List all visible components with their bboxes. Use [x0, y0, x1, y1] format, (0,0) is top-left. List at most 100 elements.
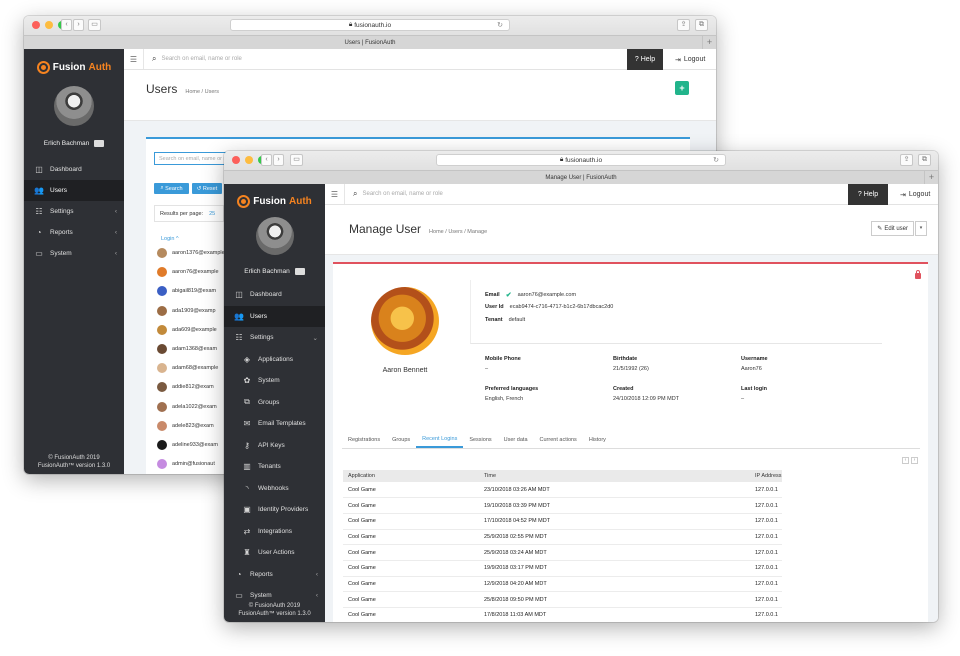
breadcrumb-users[interactable]: Users: [205, 89, 219, 95]
close-window-button[interactable]: [232, 156, 240, 164]
breadcrumb-users[interactable]: Users: [448, 229, 462, 235]
column-header-time[interactable]: Time: [479, 470, 750, 482]
top-search[interactable]: ⌕ Search on email, name or role: [144, 54, 242, 64]
login-email[interactable]: adela1022@exam: [172, 404, 217, 410]
menu-toggle-icon[interactable]: ☰: [325, 184, 345, 204]
login-column-header[interactable]: Login ^: [161, 236, 179, 242]
sidebar-item-user-actions[interactable]: ♜ User Actions: [224, 542, 325, 564]
sidebar-item-reports[interactable]: ◔ Reports ‹: [224, 564, 325, 586]
list-item[interactable]: abigail819@exam: [157, 286, 216, 297]
tab-groups[interactable]: Groups: [386, 432, 416, 448]
minimize-window-button[interactable]: [245, 156, 253, 164]
new-tab-icon[interactable]: +: [702, 36, 716, 49]
login-email[interactable]: adeline933@exam: [172, 442, 218, 448]
sidebar-item-system[interactable]: ✿ System: [224, 370, 325, 392]
sidebar-item-users[interactable]: 👥 Users: [224, 305, 325, 327]
sidebar-toggle-icon[interactable]: ▭: [88, 19, 101, 31]
sidebar-item-api-keys[interactable]: ⚷ API Keys: [224, 435, 325, 457]
sidebar-item-system[interactable]: ▭ System ‹: [24, 243, 124, 264]
tab-sessions[interactable]: Sessions: [463, 432, 497, 448]
help-button[interactable]: ? Help: [848, 184, 888, 205]
minimize-window-button[interactable]: [45, 21, 53, 29]
tab-user-data[interactable]: User data: [498, 432, 534, 448]
column-header-ip[interactable]: IP Address: [750, 470, 782, 482]
share-icon[interactable]: ⇪: [900, 154, 913, 166]
fusionauth-logo[interactable]: Fusion Auth: [224, 188, 325, 214]
back-arrow-icon[interactable]: ‹: [61, 19, 72, 31]
login-email[interactable]: adam68@example: [172, 365, 218, 371]
list-item[interactable]: aaron1376@example: [157, 248, 225, 258]
list-item[interactable]: aaron76@example: [157, 267, 219, 278]
new-tab-icon[interactable]: +: [924, 171, 938, 184]
id-card-icon[interactable]: [294, 267, 305, 275]
tab-title[interactable]: Users | FusionAuth: [345, 40, 396, 46]
sidebar-item-settings[interactable]: ☷ Settings ⌄: [224, 327, 325, 349]
sidebar-item-tenants[interactable]: ▥ Tenants: [224, 456, 325, 478]
forward-arrow-icon[interactable]: ›: [73, 19, 84, 31]
edit-user-button[interactable]: ✎ Edit user: [871, 221, 914, 236]
breadcrumb-home[interactable]: Home: [429, 229, 444, 235]
sidebar-item-dashboard[interactable]: ◫ Dashboard: [24, 159, 124, 180]
close-window-button[interactable]: [32, 21, 40, 29]
previous-page-icon[interactable]: ‹: [902, 457, 909, 464]
sidebar-item-groups[interactable]: ⧉ Groups: [224, 392, 325, 414]
list-item[interactable]: adele823@exam: [157, 420, 214, 431]
fusionauth-logo[interactable]: Fusion Auth: [24, 54, 124, 80]
logout-button[interactable]: ⇥ Logout: [675, 49, 705, 70]
next-page-icon[interactable]: ›: [911, 457, 918, 464]
login-email[interactable]: aaron76@example: [172, 269, 219, 275]
column-header-application[interactable]: Application: [343, 470, 479, 482]
list-item[interactable]: addie812@exam: [157, 382, 214, 393]
sidebar-item-integrations[interactable]: ⇄ Integrations: [224, 521, 325, 543]
sidebar-item-applications[interactable]: ◈ Applications: [224, 349, 325, 371]
reset-button[interactable]: ↺ Reset: [192, 183, 222, 194]
results-per-page-select[interactable]: 25: [209, 211, 215, 217]
share-icon[interactable]: ⇪: [677, 19, 690, 31]
logout-button[interactable]: ⇥ Logout: [900, 184, 930, 205]
sidebar-item-reports[interactable]: ◔ Reports ‹: [24, 222, 124, 243]
sidebar-item-users[interactable]: 👥 Users: [24, 180, 124, 201]
login-email[interactable]: adam1368@exam: [172, 346, 217, 352]
add-user-button[interactable]: +: [675, 81, 689, 95]
sidebar-item-webhooks[interactable]: ◝ Webhooks: [224, 478, 325, 500]
search-button[interactable]: ⌕ Search: [154, 183, 189, 194]
login-email[interactable]: ada609@example: [172, 327, 217, 333]
tab-registrations[interactable]: Registrations: [342, 432, 386, 448]
list-item[interactable]: adam1368@exam: [157, 344, 217, 354]
tab-current-actions[interactable]: Current actions: [534, 432, 583, 448]
sidebar-toggle-icon[interactable]: ▭: [290, 154, 303, 166]
login-email[interactable]: ada1909@examp: [172, 308, 216, 314]
list-item[interactable]: admin@fusionaut: [157, 459, 215, 470]
breadcrumb-home[interactable]: Home: [185, 89, 200, 95]
menu-toggle-icon[interactable]: ☰: [124, 49, 144, 69]
login-email[interactable]: aaron1376@example: [172, 250, 225, 256]
sidebar-item-email-templates[interactable]: ✉ Email Templates: [224, 413, 325, 435]
login-email[interactable]: addie812@exam: [172, 384, 214, 390]
reload-icon[interactable]: ↻: [713, 156, 719, 164]
tab-history[interactable]: History: [583, 432, 612, 448]
tabs-overview-icon[interactable]: ⧉: [918, 154, 931, 166]
list-item[interactable]: adeline933@exam: [157, 440, 218, 450]
list-item[interactable]: adam68@example: [157, 363, 218, 374]
tab-recent-logins[interactable]: Recent Logins: [416, 432, 464, 448]
list-item[interactable]: ada1909@examp: [157, 305, 216, 316]
top-search[interactable]: ⌕ Search on email, name or role: [345, 189, 443, 199]
address-bar[interactable]: 🔒︎ fusionauth.io ↻: [436, 154, 726, 166]
login-email[interactable]: admin@fusionaut: [172, 461, 215, 467]
list-item[interactable]: adela1022@exam: [157, 401, 217, 412]
back-arrow-icon[interactable]: ‹: [261, 154, 272, 166]
sidebar-item-dashboard[interactable]: ◫ Dashboard: [224, 284, 325, 306]
edit-user-dropdown[interactable]: ▾: [915, 221, 927, 236]
forward-arrow-icon[interactable]: ›: [273, 154, 284, 166]
sidebar-item-identity-providers[interactable]: ▣ Identity Providers: [224, 499, 325, 521]
tabs-overview-icon[interactable]: ⧉: [695, 19, 708, 31]
login-email[interactable]: abigail819@exam: [172, 288, 216, 294]
help-button[interactable]: ? Help: [627, 49, 663, 70]
address-bar[interactable]: 🔒︎ fusionauth.io ↻: [230, 19, 510, 31]
reload-icon[interactable]: ↻: [497, 21, 503, 29]
id-card-icon[interactable]: [94, 139, 105, 147]
list-item[interactable]: ada609@example: [157, 324, 217, 335]
sidebar-item-settings[interactable]: ☷ Settings ‹: [24, 201, 124, 222]
login-email[interactable]: adele823@exam: [172, 423, 214, 429]
tab-title[interactable]: Manage User | FusionAuth: [545, 175, 616, 181]
